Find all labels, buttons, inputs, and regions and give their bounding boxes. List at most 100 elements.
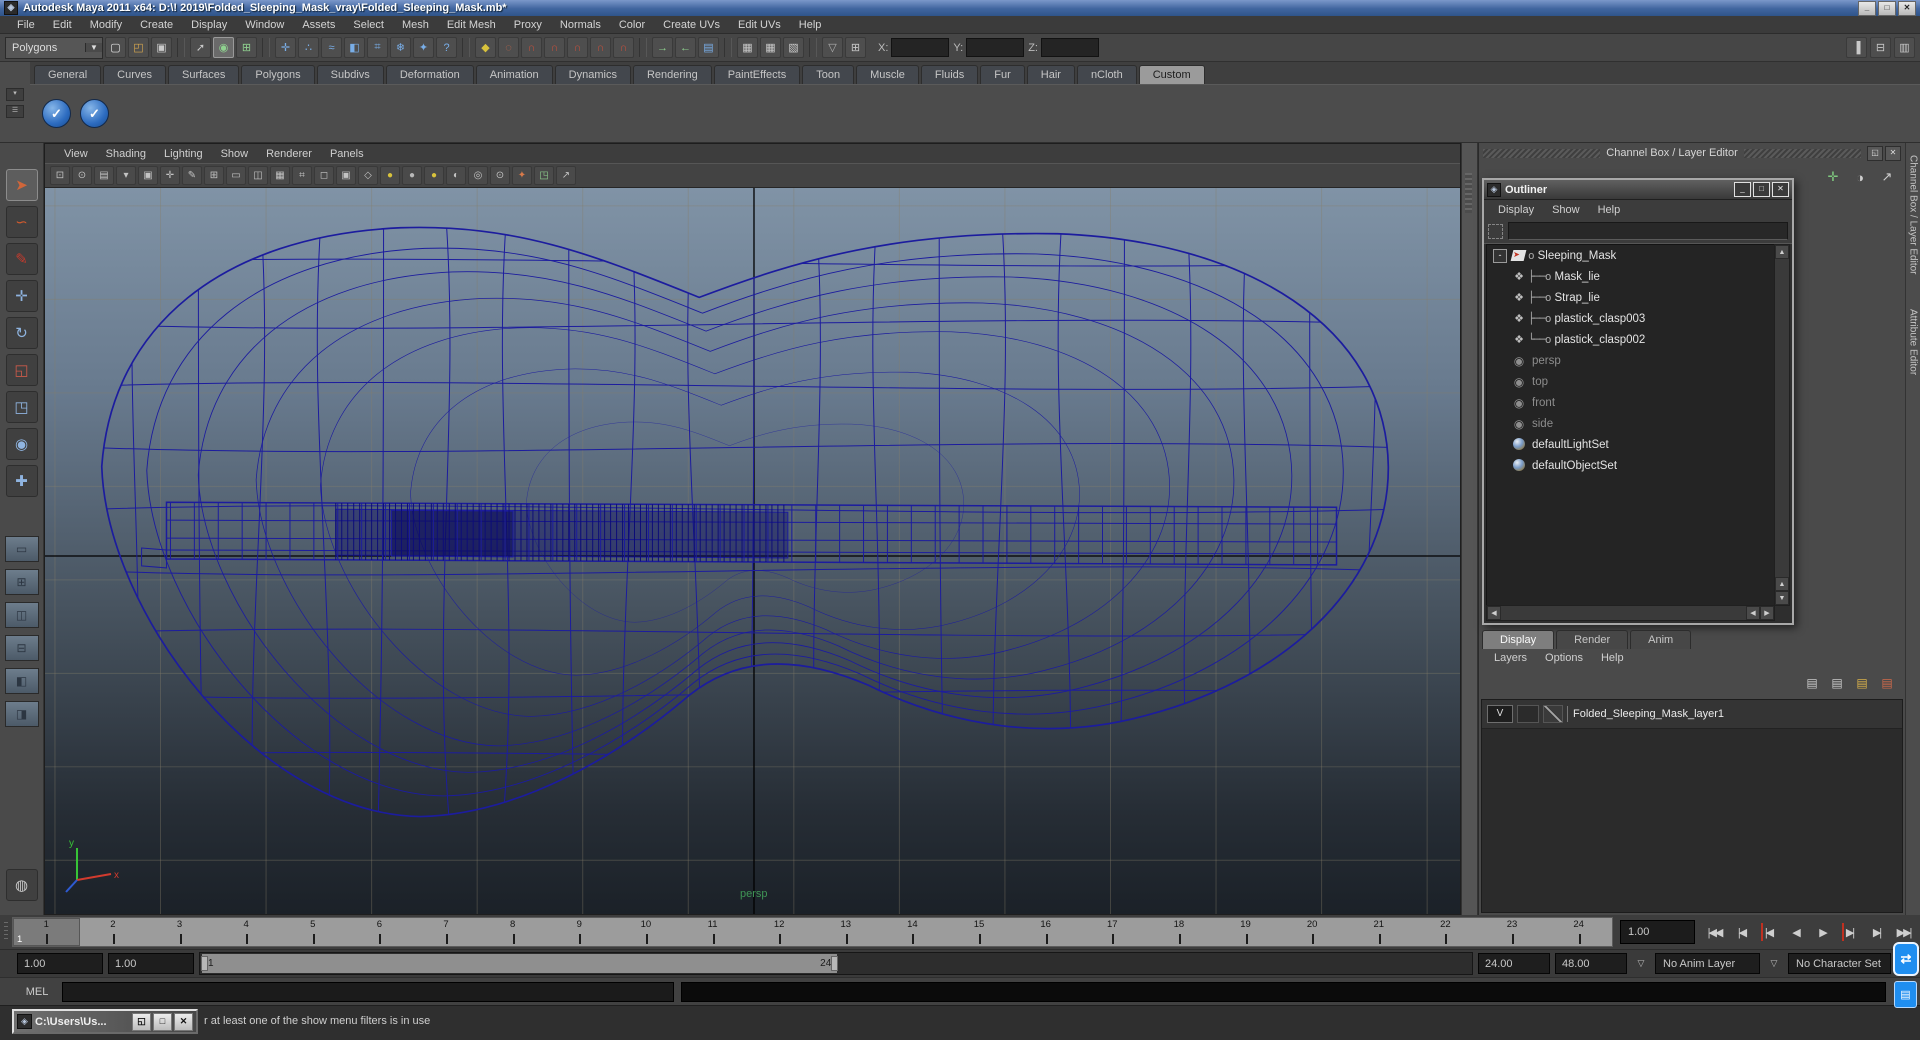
layer-editor-menu-item[interactable]: Options bbox=[1536, 652, 1592, 664]
paint-select-tool[interactable]: ✎ bbox=[5, 243, 38, 275]
shelf-tab[interactable]: Deformation bbox=[385, 65, 474, 84]
shaded-mode-icon[interactable]: ● bbox=[380, 166, 400, 185]
character-set-dropdown[interactable]: No Character Set bbox=[1788, 953, 1891, 974]
open-scene-icon[interactable]: ◰ bbox=[128, 37, 149, 58]
isolate-select-icon[interactable]: ⊙ bbox=[490, 166, 510, 185]
frame-cell[interactable]: 19 bbox=[1212, 918, 1279, 946]
outliner-item[interactable]: side bbox=[1487, 413, 1774, 434]
frame-cell[interactable]: 23 bbox=[1479, 918, 1546, 946]
sidebar-vertical-tab[interactable]: Channel Box / Layer Editor bbox=[1908, 155, 1919, 275]
new-scene-icon[interactable]: ▢ bbox=[105, 37, 126, 58]
layer-color-swatch[interactable] bbox=[1543, 705, 1563, 723]
frame-cell[interactable]: 7 bbox=[413, 918, 480, 946]
select-hierarchy-icon[interactable]: ➚ bbox=[190, 37, 211, 58]
create-layer-icon[interactable]: ▤ bbox=[1852, 674, 1872, 692]
render-settings-icon[interactable]: ▧ bbox=[783, 37, 804, 58]
separator[interactable] bbox=[462, 38, 470, 57]
safe-action-icon[interactable]: ◻ bbox=[314, 166, 334, 185]
teamviewer-icon[interactable]: ⇄ bbox=[1893, 942, 1919, 976]
separator[interactable] bbox=[639, 38, 647, 57]
scroll-down-icon[interactable]: ▼ bbox=[1775, 591, 1789, 605]
panel-menu-item[interactable]: Show bbox=[212, 148, 258, 160]
shelf-tab[interactable]: Custom bbox=[1138, 65, 1205, 84]
three-pane-layout-button[interactable]: ◧ bbox=[4, 668, 39, 694]
snap-grid-icon[interactable]: ∩ bbox=[521, 37, 542, 58]
menu-item[interactable]: Create UVs bbox=[654, 18, 729, 32]
minimized-window[interactable]: ◈ C:\Users\Us... ◱ □ ✕ bbox=[12, 1009, 198, 1034]
layer-move-up-icon[interactable]: ▤ bbox=[1802, 674, 1822, 692]
soft-modification-tool[interactable]: ◉ bbox=[5, 428, 38, 460]
minimize-button[interactable]: _ bbox=[1734, 182, 1751, 197]
create-empty-layer-icon[interactable]: ▤ bbox=[1827, 674, 1847, 692]
use-all-lights-icon[interactable]: ● bbox=[424, 166, 444, 185]
snap-point-icon[interactable]: ∩ bbox=[567, 37, 588, 58]
separator[interactable] bbox=[262, 38, 270, 57]
snap-plane-icon[interactable]: ∩ bbox=[590, 37, 611, 58]
filter-icon[interactable] bbox=[1488, 223, 1503, 239]
frame-cell[interactable]: 8 bbox=[479, 918, 546, 946]
viewport-canvas[interactable]: y x persp bbox=[45, 188, 1460, 914]
panel-header[interactable]: Channel Box / Layer Editor ◱ ✕ bbox=[1479, 143, 1905, 163]
shelf-tab[interactable]: PaintEffects bbox=[713, 65, 801, 84]
camera-attributes-icon[interactable]: ▤ bbox=[94, 166, 114, 185]
frame-cell[interactable]: 18 bbox=[1146, 918, 1213, 946]
shelf-tab[interactable]: nCloth bbox=[1076, 65, 1137, 84]
shelf-tabs-toggle-button[interactable]: ▾ bbox=[6, 88, 24, 101]
shelf-tab[interactable]: Surfaces bbox=[167, 65, 240, 84]
shelf-tab[interactable]: Dynamics bbox=[554, 65, 631, 84]
quick-layout-icon[interactable]: ⊞ bbox=[845, 37, 866, 58]
playback-end-field[interactable]: 24.00 bbox=[1478, 953, 1550, 974]
sidebar-vertical-tab[interactable]: Attribute Editor bbox=[1908, 309, 1919, 375]
minimize-button[interactable]: _ bbox=[1858, 0, 1876, 16]
range-slider-track[interactable]: 1 24 bbox=[199, 952, 1473, 975]
scroll-right-icon[interactable]: ▶ bbox=[1760, 606, 1774, 620]
menu-item[interactable]: Help bbox=[790, 18, 831, 32]
layer-row[interactable]: V Folded_Sleeping_Mask_layer1 bbox=[1482, 700, 1902, 729]
outliner-search-input[interactable] bbox=[1508, 222, 1788, 240]
toggle-attribute-editor-icon[interactable]: ▥ bbox=[1894, 37, 1915, 58]
restore-panel-button[interactable]: ◱ bbox=[1867, 145, 1883, 161]
shelf-tab[interactable]: Subdivs bbox=[316, 65, 384, 84]
outliner-item[interactable]: defaultLightSet bbox=[1487, 434, 1774, 455]
panel-menu-item[interactable]: Lighting bbox=[155, 148, 212, 160]
panel-menu-item[interactable]: Panels bbox=[321, 148, 373, 160]
menu-item[interactable]: Window bbox=[236, 18, 293, 32]
shadows-icon[interactable]: ◐ bbox=[446, 166, 466, 185]
frame-cell[interactable]: 24 bbox=[1545, 918, 1612, 946]
frame-cell[interactable]: 2 bbox=[80, 918, 147, 946]
maximize-button[interactable]: □ bbox=[1753, 182, 1770, 197]
shelf-tab[interactable]: Fluids bbox=[920, 65, 979, 84]
maximize-button[interactable]: □ bbox=[1878, 0, 1896, 16]
outliner-horizontal-scrollbar[interactable]: ◀ ◀ ▶ bbox=[1486, 605, 1775, 621]
outliner-menu-item[interactable]: Display bbox=[1489, 204, 1543, 216]
time-slider[interactable]: 1 1 2 3 4 5 6 7 8 9 10 11 12 13 14 15 16… bbox=[12, 917, 1613, 947]
bookmarks-icon[interactable]: ▾ bbox=[116, 166, 136, 185]
shelf-tab[interactable]: Curves bbox=[103, 65, 166, 84]
frame-cell[interactable]: 6 bbox=[346, 918, 413, 946]
outliner-item[interactable]: front bbox=[1487, 392, 1774, 413]
frame-cell[interactable]: 5 bbox=[280, 918, 347, 946]
menu-item[interactable]: Normals bbox=[551, 18, 610, 32]
outliner-persp-layout-button[interactable]: ◨ bbox=[4, 701, 39, 727]
frame-cell[interactable]: 21 bbox=[1346, 918, 1413, 946]
menu-item[interactable]: Edit UVs bbox=[729, 18, 790, 32]
shelf-tab[interactable]: Toon bbox=[802, 65, 855, 84]
frame-cell[interactable]: 20 bbox=[1279, 918, 1346, 946]
command-line-label[interactable]: MEL bbox=[19, 986, 55, 998]
select-handles-icon[interactable]: ✛ bbox=[275, 37, 296, 58]
outliner-item[interactable]: └──o plastick_clasp002 bbox=[1487, 329, 1774, 350]
menu-item[interactable]: Edit bbox=[44, 18, 81, 32]
hyperbolic-arrow-icon[interactable]: ↗ bbox=[1877, 167, 1897, 187]
frame-cell[interactable]: 4 bbox=[213, 918, 280, 946]
frame-cell[interactable]: 16 bbox=[1012, 918, 1079, 946]
outliner-item[interactable]: ├──o plastick_clasp003 bbox=[1487, 308, 1774, 329]
image-plane-icon[interactable]: ▣ bbox=[138, 166, 158, 185]
lasso-select-tool[interactable]: ∽ bbox=[5, 206, 38, 238]
close-panel-button[interactable]: ✕ bbox=[1885, 145, 1901, 161]
lock-camera-icon[interactable]: ⊙ bbox=[72, 166, 92, 185]
scroll-up-icon[interactable]: ▲ bbox=[1775, 577, 1789, 591]
step-back-key-button[interactable]: |◀ bbox=[1756, 919, 1781, 945]
current-time-field[interactable]: 1.00 bbox=[1620, 920, 1695, 944]
select-rendering-icon[interactable]: ✦ bbox=[413, 37, 434, 58]
close-button[interactable]: ✕ bbox=[174, 1012, 193, 1031]
